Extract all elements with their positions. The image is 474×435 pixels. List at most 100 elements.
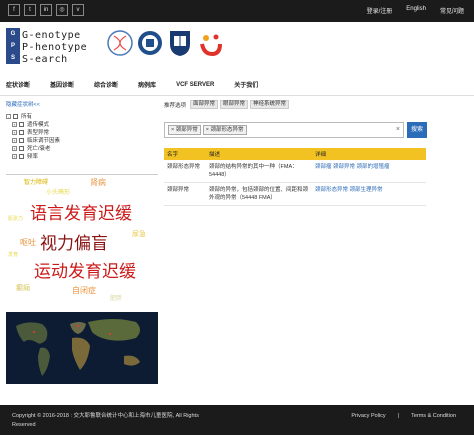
cell-description: 颈部的结构异常的其中一种（FMA：54448） — [206, 160, 312, 183]
hide-tree-link[interactable]: 隐藏症状树<< — [6, 100, 158, 108]
recommend-tag-face[interactable]: 面部异常 — [190, 100, 219, 109]
yale-shield-icon — [170, 31, 190, 56]
cloud-word[interactable]: 肌张力 — [8, 215, 23, 222]
detail-link[interactable]: 颈部瘤 颈部异常 颈部的增殖瘤 — [315, 164, 390, 170]
tree-label: 临床调节因素 — [27, 138, 61, 144]
nav-case-library[interactable]: 病例库 — [138, 80, 156, 89]
header: GPS G-enotype P-henotype S-earch — [0, 22, 474, 74]
nav-symptom-diagnosis[interactable]: 症状诊断 — [6, 80, 30, 89]
recommend-tag-eye[interactable]: 眼部异常 — [220, 100, 249, 109]
column-header-name: 名字 — [164, 148, 206, 160]
column-header-description: 描述 — [206, 148, 312, 160]
clear-icon[interactable]: × — [396, 126, 400, 133]
tree-node-clinical[interactable]: + 临床调节因素 — [6, 136, 158, 144]
checkbox[interactable] — [19, 137, 24, 143]
cloud-word[interactable]: 自闭症 — [72, 285, 96, 296]
selected-chip[interactable]: × 颈部异常 — [168, 125, 201, 135]
checkbox[interactable] — [19, 153, 24, 159]
login-link[interactable]: 登录/注册 — [367, 6, 393, 15]
cell-name: 颈部异常 — [164, 182, 206, 206]
tree-label: 频率 — [27, 154, 39, 160]
childrens-hospital-logo-icon — [200, 34, 222, 57]
search-button[interactable]: 搜索 — [407, 122, 427, 138]
recommended-options: 推荐选项 面部异常 眼部异常 神经系统异常 — [164, 100, 426, 109]
right-panel: 推荐选项 面部异常 眼部异常 神经系统异常 × 颈部异常 × 颈部形态异常 × … — [164, 96, 427, 206]
top-bar: f t in ◎ v 登录/注册 English 常见问题 — [0, 0, 474, 22]
search-row: × 颈部异常 × 颈部形态异常 × 搜索 — [164, 122, 427, 138]
cell-description: 颈部的异常，包括颈部的位置、间距和颈外观的异常（54448 FMA） — [206, 182, 312, 206]
tree-label: 所有 — [21, 114, 33, 120]
nav-combined-diagnosis[interactable]: 综合诊断 — [94, 80, 118, 89]
checkbox[interactable] — [13, 113, 18, 119]
table-row: 颈部异常 颈部的异常，包括颈部的位置、间距和颈外观的异常（54448 FMA） … — [164, 182, 426, 206]
footer: Copyright © 2016-2018 : 交大耶鲁联合统计中心和上海市儿童… — [0, 405, 474, 435]
nav-gene-diagnosis[interactable]: 基因诊断 — [50, 80, 74, 89]
faq-link[interactable]: 常见问题 — [440, 6, 464, 15]
linkedin-icon[interactable]: in — [40, 4, 52, 16]
cell-name: 颈部形态异常 — [164, 160, 206, 183]
left-panel: 隐藏症状树<< - 所有 + 遗传模式 + 表型异常 + 临床调节因素 + 死亡/衰老 +… — [6, 96, 158, 384]
cell-detail: 颈部瘤 颈部异常 颈部的增殖瘤 — [312, 160, 426, 183]
expand-icon[interactable]: + — [12, 137, 17, 143]
cloud-word[interactable]: 视力偏盲 — [40, 229, 108, 254]
logo-line-1: G-enotype — [22, 30, 81, 41]
cloud-word[interactable]: 智力障碍 — [24, 177, 48, 186]
selected-chip[interactable]: × 颈部形态异常 — [202, 125, 247, 135]
main-nav: 症状诊断 基因诊断 综合诊断 病例库 VCF SERVER 关于我们 — [0, 74, 474, 96]
cloud-word[interactable]: 语言发育迟缓 — [30, 199, 132, 224]
terms-link[interactable]: Terms & Condition — [411, 413, 456, 419]
cloud-word[interactable]: 肾病 — [90, 177, 106, 188]
expand-icon[interactable]: + — [12, 145, 17, 151]
tree-node-all[interactable]: - 所有 — [6, 112, 158, 120]
checkbox[interactable] — [19, 121, 24, 127]
nav-vcf-server[interactable]: VCF SERVER — [176, 82, 214, 88]
table-row: 颈部形态异常 颈部的结构异常的其中一种（FMA：54448） 颈部瘤 颈部异常 … — [164, 160, 426, 183]
footer-separator: | — [397, 413, 400, 419]
english-link[interactable]: English — [406, 6, 426, 15]
logo-line-2: P-henotype — [22, 42, 88, 53]
privacy-policy-link[interactable]: Privacy Policy — [351, 413, 385, 419]
tree-label: 表型异常 — [27, 130, 50, 136]
tree-node-inheritance[interactable]: + 遗传模式 — [6, 120, 158, 128]
social-links: f t in ◎ v — [8, 4, 84, 16]
twitter-icon[interactable]: t — [24, 4, 36, 16]
cloud-word[interactable]: 肥胖 — [110, 293, 122, 302]
site-logo[interactable]: GPS G-enotype P-henotype S-earch — [6, 26, 106, 68]
facebook-icon[interactable]: f — [8, 4, 20, 16]
cloud-word[interactable]: 呕吐 — [20, 237, 36, 248]
expand-icon[interactable]: + — [12, 121, 17, 127]
checkbox[interactable] — [19, 145, 24, 151]
instagram-icon[interactable]: ◎ — [56, 4, 68, 16]
expand-icon[interactable]: + — [12, 153, 17, 159]
tree-label: 遗传模式 — [27, 122, 50, 128]
symptom-word-cloud: 智力障碍 肾病 小头畸形 语言发育迟缓 视力偏盲 运动发育迟缓 呕吐 尿急 自闭… — [6, 174, 158, 314]
world-map — [6, 312, 158, 384]
expand-icon[interactable]: - — [6, 113, 11, 119]
checkbox[interactable] — [19, 129, 24, 135]
tree-node-phenotype[interactable]: + 表型异常 — [6, 128, 158, 136]
cloud-word[interactable]: 运动发育迟缓 — [34, 257, 136, 282]
cloud-word[interactable]: 癫痫 — [16, 283, 30, 293]
recommend-tag-nervous[interactable]: 神经系统异常 — [250, 100, 290, 109]
expand-icon[interactable]: + — [12, 129, 17, 135]
detail-link[interactable]: 颈部形态异常 颈部生理异常 — [315, 187, 383, 193]
vimeo-icon[interactable]: v — [72, 4, 84, 16]
dna-logo-icon — [107, 30, 133, 56]
column-header-detail: 详细 — [312, 148, 426, 160]
tree-node-mortality[interactable]: + 死亡/衰老 — [6, 144, 158, 152]
logo-line-3: S-earch — [22, 54, 68, 65]
cloud-word[interactable]: 发育 — [8, 251, 18, 258]
top-links: 登录/注册 English 常见问题 — [367, 6, 464, 15]
tree-label: 死亡/衰老 — [27, 146, 51, 152]
symptom-tree: - 所有 + 遗传模式 + 表型异常 + 临床调节因素 + 死亡/衰老 + 频率 — [6, 112, 158, 180]
recommend-label: 推荐选项 — [164, 102, 187, 109]
footer-links: Privacy Policy | Terms & Condition — [351, 413, 456, 419]
nav-about-us[interactable]: 关于我们 — [234, 80, 258, 89]
results-table: 名字 描述 详细 颈部形态异常 颈部的结构异常的其中一种（FMA：54448） … — [164, 148, 426, 206]
symptom-search-input[interactable]: × 颈部异常 × 颈部形态异常 × — [164, 122, 404, 138]
tree-node-frequency[interactable]: + 频率 — [6, 152, 158, 160]
copyright-text: Copyright © 2016-2018 : 交大耶鲁联合统计中心和上海市儿童… — [12, 413, 199, 428]
cloud-word[interactable]: 尿急 — [132, 229, 146, 239]
chip-label: 颈部异常 — [175, 127, 198, 133]
cloud-word[interactable]: 小头畸形 — [46, 187, 70, 196]
